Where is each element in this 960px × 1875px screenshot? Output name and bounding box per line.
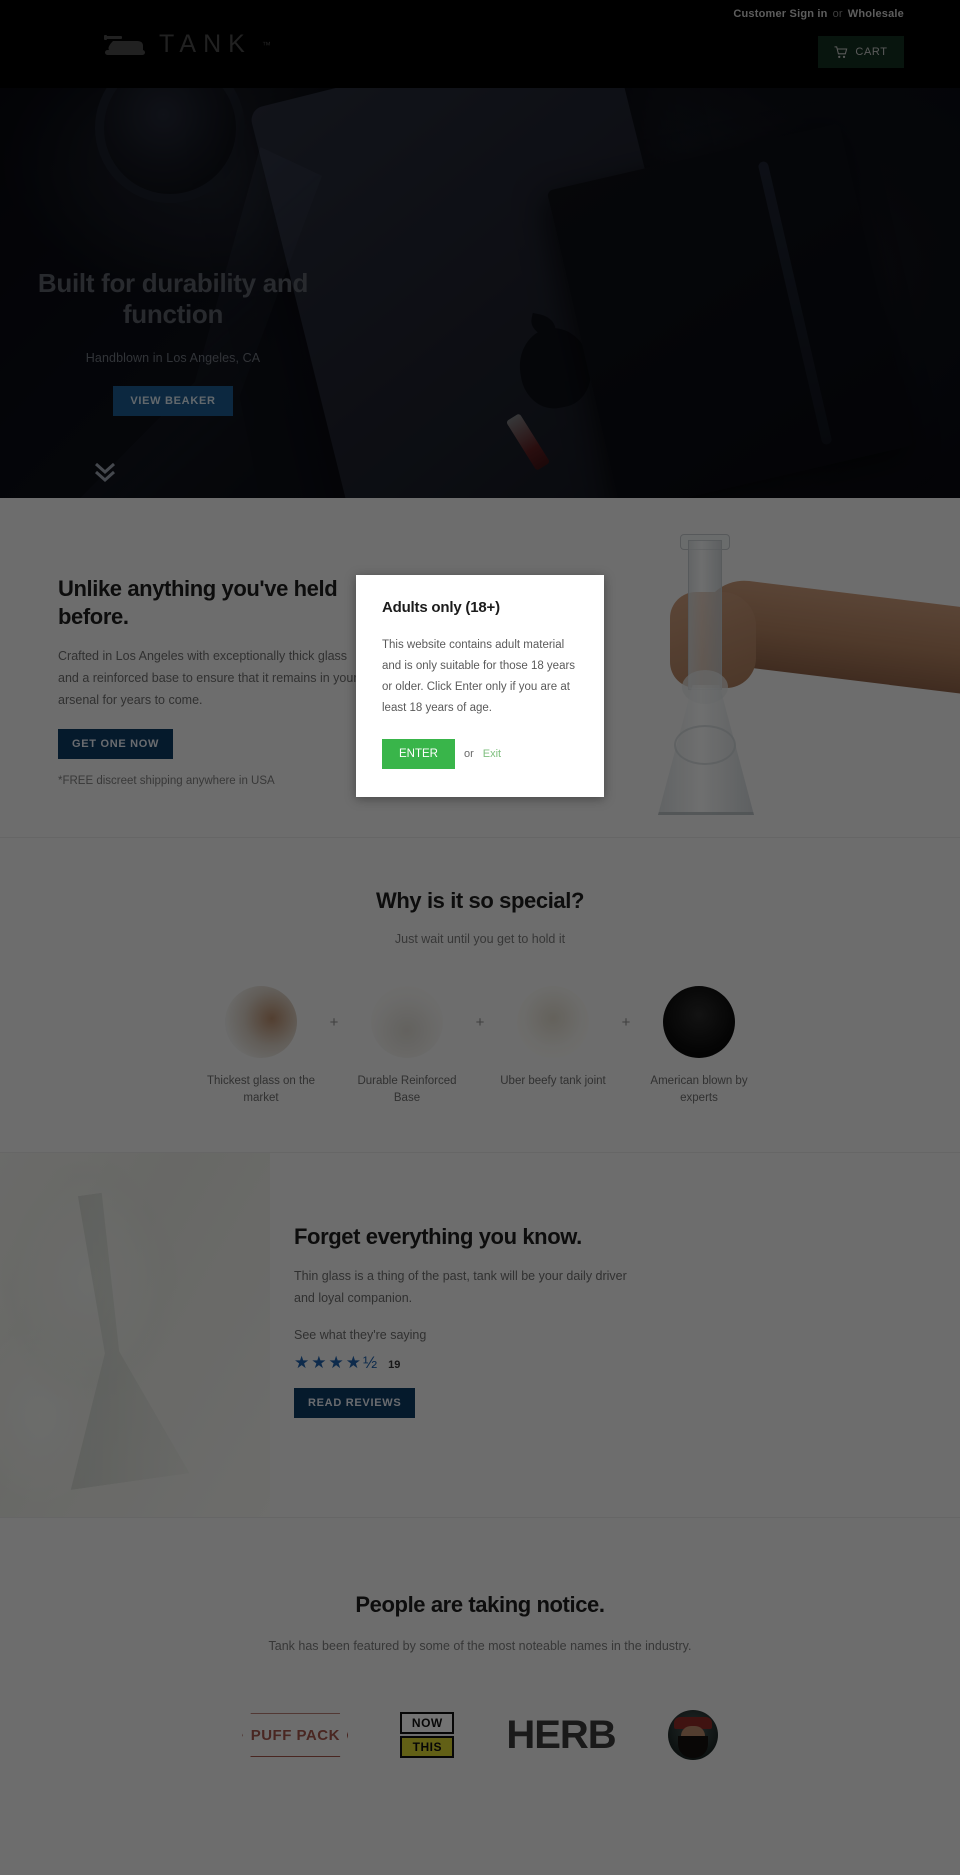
herb-label: HERB [506,1712,616,1757]
review-count: 19 [388,1358,401,1371]
plus-icon: + [475,1014,485,1031]
press-heading: People are taking notice. [355,1592,605,1617]
press-logo-list: PUFF PACK NOW THIS HERB [0,1707,960,1763]
feature-item: Uber beefy tank joint [493,986,613,1090]
feature-caption: American blown by experts [650,1075,748,1104]
forget-copy: Forget everything you know. Thin glass i… [294,1223,634,1418]
shopping-cart-icon [834,45,848,58]
press-logo-herb[interactable]: HERB [506,1707,616,1763]
press-logo-bearded-avatar[interactable] [667,1707,718,1763]
feature-thumbnail [225,986,297,1058]
unlike-footnote: *FREE discreet shipping anywhere in USA [58,774,275,787]
double-chevron-down-icon[interactable] [92,458,118,484]
cart-button[interactable]: CART [818,36,904,68]
feature-caption: Durable Reinforced Base [357,1075,457,1104]
site-logo[interactable]: TANK ™ [103,32,271,57]
feature-thumbnail [371,986,443,1058]
feature-list: Thickest glass on the market + Durable R… [0,986,960,1106]
product-in-hand-image [640,518,960,837]
hero-title: Built for durability and function [37,268,309,329]
feature-item: American blown by experts [639,986,759,1106]
special-subheading: Just wait until you get to hold it [394,932,566,946]
forget-body: Thin glass is a thing of the past, tank … [294,1268,627,1305]
splash-image [0,1153,270,1517]
logo-trademark: ™ [261,39,271,50]
special-heading: Why is it so special? [376,888,584,913]
now-this-line-1: NOW [400,1712,455,1735]
bearded-avatar-icon [667,1710,718,1761]
press-section: People are taking notice. Tank has been … [0,1518,960,1875]
view-beaker-button[interactable]: VIEW BEAKER [113,386,233,417]
puff-pack-label: PUFF PACK [250,1726,340,1744]
press-logo-now-this[interactable]: NOW THIS [400,1707,455,1763]
unlike-body: Crafted in Los Angeles with exceptionall… [58,648,358,707]
age-verification-modal: Adults only (18+) This website contains … [356,575,604,797]
unlike-copy: Unlike anything you've held before. Craf… [58,575,368,787]
modal-or-label: or [463,747,474,760]
now-this-line-2: THIS [400,1736,455,1759]
hero-subtitle: Handblown in Los Angeles, CA [85,351,261,366]
site-header: Customer Sign in or Wholesale TANK ™ CART [0,0,960,88]
read-reviews-button[interactable]: READ REVIEWS [294,1387,416,1418]
enter-button[interactable]: ENTER [382,738,455,769]
feature-item: Durable Reinforced Base [347,986,467,1106]
feature-thumbnail [517,986,589,1058]
utility-separator: or [832,8,843,20]
modal-title: Adults only (18+) [382,599,500,616]
feature-caption: Uber beefy tank joint [500,1075,606,1087]
unlike-heading: Unlike anything you've held before. [58,576,338,629]
feature-item: Thickest glass on the market [201,986,321,1106]
customer-signin-link[interactable]: Customer Sign in [733,8,827,20]
rating-row: ★★★★½ 19 [294,1354,634,1371]
plus-icon: + [621,1014,631,1031]
modal-actions: ENTER or Exit [382,738,578,769]
special-section: Why is it so special? Just wait until yo… [0,838,960,1153]
modal-body-text: This website contains adult material and… [382,639,576,714]
see-what-theyre-saying-text: See what they're saying [294,1327,427,1342]
wholesale-link[interactable]: Wholesale [848,8,904,20]
star-rating-icon: ★★★★½ [294,1352,380,1372]
press-logo-puff-pack[interactable]: PUFF PACK [242,1707,348,1763]
hero-section: Built for durability and function Handbl… [0,88,960,498]
feature-caption: Thickest glass on the market [206,1075,316,1104]
forget-heading: Forget everything you know. [294,1224,582,1249]
press-subheading: Tank has been featured by some of the mo… [268,1639,692,1653]
utility-nav: Customer Sign in or Wholesale [733,8,904,20]
feature-thumbnail [663,986,735,1058]
cart-label: CART [855,46,888,58]
logo-wordmark: TANK [159,30,252,58]
tank-icon [104,34,145,55]
get-one-now-button[interactable]: GET ONE NOW [58,728,174,759]
hero-content: Built for durability and function Handbl… [28,268,318,417]
exit-link[interactable]: Exit [483,748,501,760]
forget-section: Forget everything you know. Thin glass i… [0,1153,960,1518]
plus-icon: + [329,1014,339,1031]
page: Customer Sign in or Wholesale TANK ™ CART [0,0,960,1875]
